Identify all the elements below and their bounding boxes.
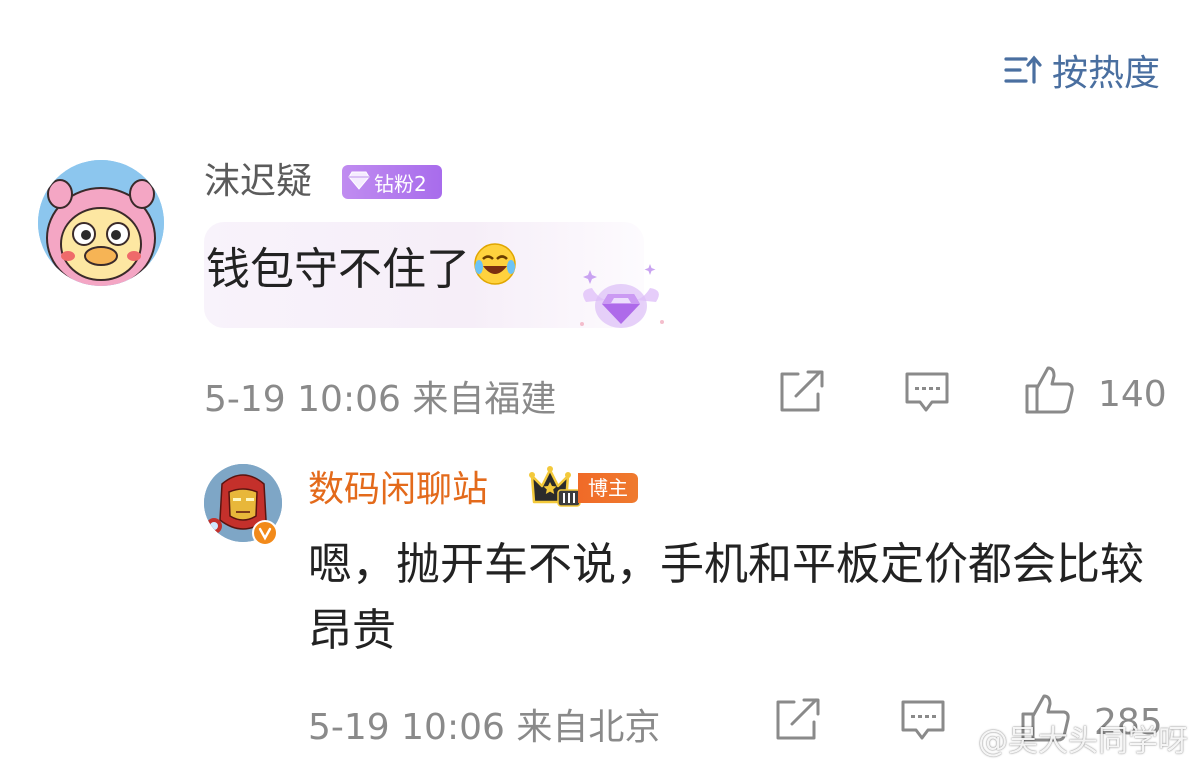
timestamp: 5-19 10:06 [308,707,505,748]
comment-thread: 按热度 沫迟疑 钻粉2 钱包守不住了 5-19 10:06 来自福建 140 数… [0,0,1200,768]
thumbs-up-icon [1024,364,1076,425]
share-icon [778,370,826,423]
location: 来自福建 [412,379,557,420]
badge-label: 钻粉2 [374,171,427,196]
laugh-cry-emoji-icon [472,241,518,303]
username[interactable]: 沫迟疑 [204,160,312,204]
crown-level-icon [528,464,584,512]
location: 来自北京 [516,707,661,748]
weibo-watermark: @吴大头同学呀 [978,724,1188,759]
comment-body: 钱包守不住了 [206,244,470,295]
sort-by-hot-button[interactable]: 按热度 [1004,44,1160,96]
username[interactable]: 数码闲聊站 [308,468,488,512]
share-button[interactable] [778,370,826,423]
sort-label: 按热度 [1051,53,1160,94]
avatar[interactable] [38,160,164,286]
comment-text: 嗯，抛开车不说，手机和平板定价都会比较昂贵 [308,539,1144,656]
badge-label: 博主 [578,473,638,503]
diamond-icon [348,170,370,195]
sort-icon [1004,54,1042,86]
comment-text: 钱包守不住了 [206,240,518,303]
purple-gem-wings-icon [576,262,666,338]
comment-meta: 5-19 10:06 来自北京 [308,698,660,750]
reply-button[interactable] [904,370,950,423]
like-button[interactable]: 140 [1024,364,1167,425]
comment-icon [900,698,946,751]
comment-meta: 5-19 10:06 来自福建 [204,370,556,422]
comment-icon [904,370,950,423]
like-count: 140 [1098,374,1167,415]
timestamp: 5-19 10:06 [204,379,401,420]
diamond-fan-badge[interactable]: 钻粉2 [342,165,442,199]
reply-button[interactable] [900,698,946,751]
blogger-badge[interactable]: 博主 [528,466,638,510]
share-icon [774,698,822,751]
verified-icon [252,520,278,546]
share-button[interactable] [774,698,822,751]
